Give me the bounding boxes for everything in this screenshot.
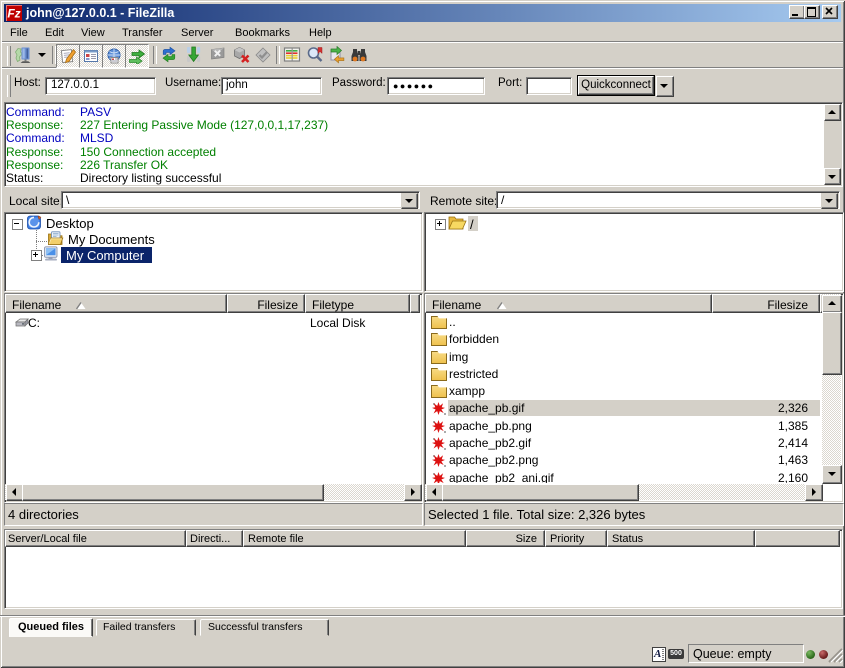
svg-text:Fz: Fz — [7, 7, 20, 21]
